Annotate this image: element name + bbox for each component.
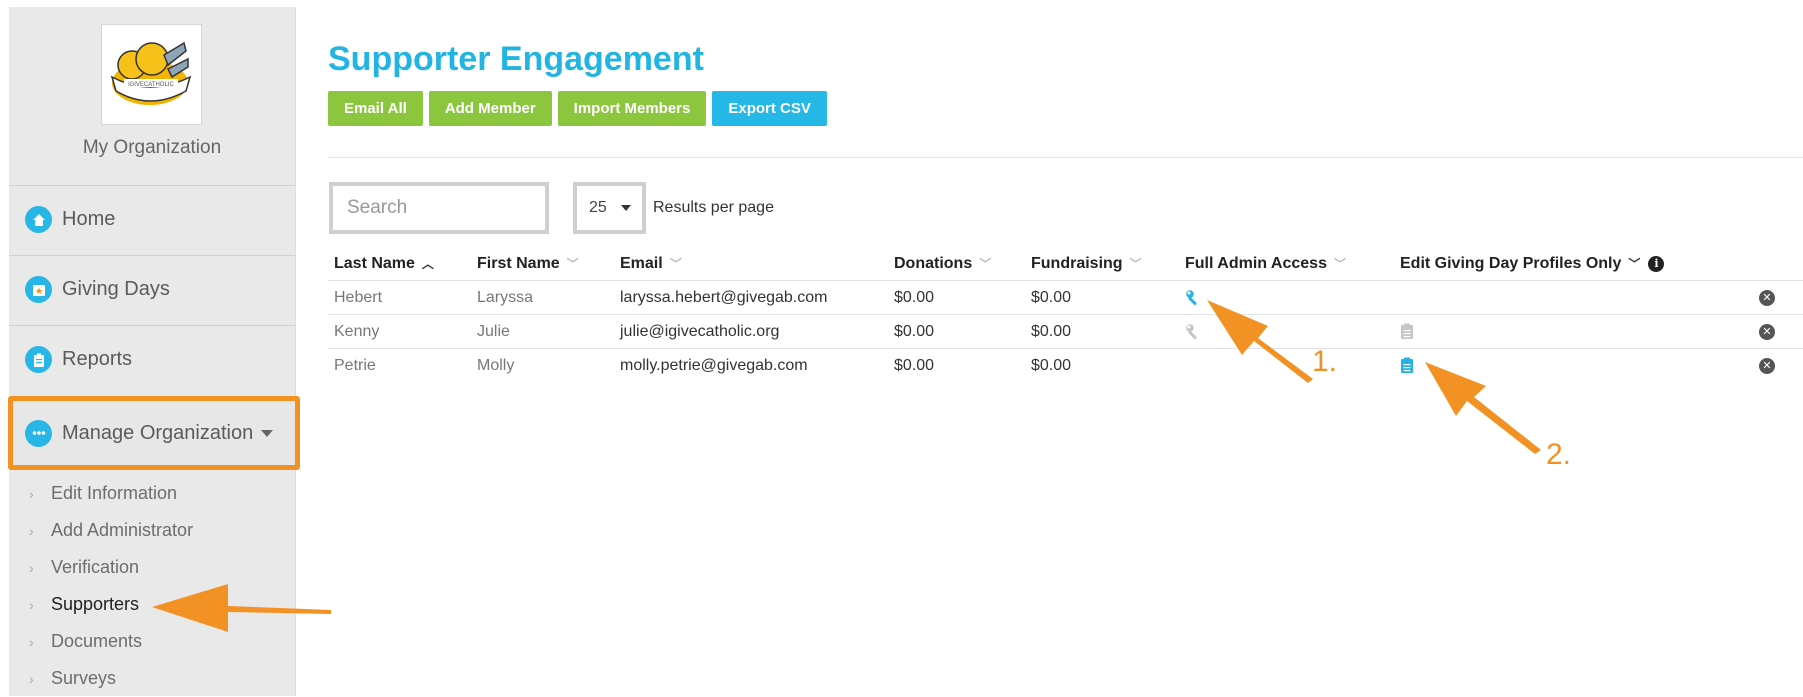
cell-fundraising: $0.00 — [1031, 322, 1072, 340]
chevron-right-icon: › — [29, 485, 34, 502]
cell-email: laryssa.hebert@givegab.com — [620, 288, 828, 306]
import-members-button[interactable]: Import Members — [557, 91, 707, 126]
results-per-page-value: 25 — [589, 199, 607, 216]
sidebar-item-manage-organization[interactable]: Manage Organization — [8, 396, 300, 470]
header-label: Email — [620, 254, 663, 272]
home-icon — [25, 206, 52, 233]
subnav-item-add-administrator[interactable]: › Add Administrator — [9, 512, 295, 549]
chevron-right-icon: › — [29, 596, 34, 613]
subnav-item-edit-information[interactable]: › Edit Information — [9, 475, 295, 512]
sidebar-item-label: Manage Organization — [62, 421, 254, 444]
search-input[interactable] — [329, 182, 549, 234]
sort-icon: ﹀ — [979, 257, 992, 271]
organization-name: My Organization — [82, 137, 222, 158]
info-icon[interactable]: i — [1648, 255, 1665, 272]
sidebar-item-reports[interactable]: Reports — [9, 325, 295, 393]
table-row: Hebert Laryssa laryssa.hebert@givegab.co… — [328, 280, 1803, 314]
subnav-item-supporters[interactable]: › Supporters — [9, 586, 295, 623]
cell-donations: $0.00 — [894, 288, 935, 306]
export-csv-button[interactable]: Export CSV — [712, 91, 827, 126]
calendar-star-icon — [25, 276, 52, 303]
table-header: Last Name ︿ First Name ﹀ Email ﹀ Donations ﹀… — [328, 247, 1803, 280]
annotation-label-1: 1. — [1312, 345, 1338, 378]
cell-fundraising: $0.00 — [1031, 288, 1072, 306]
column-header-edit-giving-day-profiles[interactable]: Edit Giving Day Profiles Only ﹀ i — [1400, 247, 1665, 280]
toolbar: Email All Add Member Import Members Expo… — [328, 91, 827, 126]
subnav-item-verification[interactable]: › Verification — [9, 549, 295, 586]
subnav-item-label: Surveys — [51, 668, 117, 688]
wrench-icon[interactable] — [1185, 289, 1203, 307]
sidebar-item-giving-days[interactable]: Giving Days — [9, 255, 295, 323]
sort-icon: ﹀ — [1129, 257, 1142, 271]
column-header-first-name[interactable]: First Name ﹀ — [477, 247, 579, 280]
header-label: Full Admin Access — [1185, 254, 1327, 272]
cell-last-name: Kenny — [334, 322, 380, 340]
header-label: First Name — [477, 254, 560, 272]
cell-email: julie@igivecatholic.org — [620, 322, 780, 340]
chevron-right-icon: › — [29, 633, 34, 650]
chevron-right-icon: › — [29, 522, 34, 539]
header-label: Edit Giving Day Profiles Only — [1400, 254, 1622, 272]
cell-first-name: Molly — [477, 356, 515, 374]
header-label: Last Name — [334, 254, 415, 272]
sort-icon: ﹀ — [669, 257, 682, 271]
cell-fundraising: $0.00 — [1031, 356, 1072, 374]
header-label: Donations — [894, 254, 973, 272]
sidebar-item-label: Home — [62, 208, 116, 230]
manage-organization-submenu: › Edit Information › Add Administrator › Ve… — [9, 475, 295, 697]
cell-last-name: Hebert — [334, 288, 383, 306]
cell-first-name: Julie — [477, 322, 510, 340]
svg-text:iGIVECATHOLIC: iGIVECATHOLIC — [128, 82, 174, 88]
ellipsis-icon — [25, 419, 52, 447]
add-member-button[interactable]: Add Member — [428, 91, 552, 126]
column-header-full-admin-access[interactable]: Full Admin Access ﹀ — [1185, 247, 1346, 280]
results-per-page-select[interactable]: 25 — [573, 182, 646, 234]
chevron-right-icon: › — [29, 559, 34, 576]
cell-last-name: Petrie — [334, 356, 376, 374]
chevron-down-icon — [261, 429, 274, 437]
column-header-email[interactable]: Email ﹀ — [620, 247, 682, 280]
clipboard-icon[interactable] — [1400, 357, 1414, 374]
subnav-item-label: Documents — [51, 631, 143, 651]
subnav-item-label: Add Administrator — [51, 520, 194, 540]
clipboard-icon — [25, 346, 52, 373]
cell-donations: $0.00 — [894, 356, 935, 374]
sort-icon: ﹀ — [1333, 257, 1346, 271]
wrench-icon[interactable] — [1185, 323, 1203, 341]
divider — [328, 157, 1803, 158]
email-all-button[interactable]: Email All — [328, 91, 423, 126]
remove-icon[interactable]: ✕ — [1759, 323, 1775, 340]
sidebar: iGIVECATHOLIC My Organization Home Givin… — [8, 7, 300, 697]
column-header-donations[interactable]: Donations ﹀ — [894, 247, 991, 280]
clipboard-icon[interactable] — [1400, 323, 1414, 340]
chevron-right-icon: › — [29, 670, 34, 687]
table-row: Kenny Julie julie@igivecatholic.org $0.0… — [328, 314, 1803, 348]
sort-desc-icon: ﹀ — [1628, 257, 1641, 271]
page-title: Supporter Engagement — [328, 40, 704, 78]
cell-email: molly.petrie@givegab.com — [620, 356, 808, 374]
table-row: Petrie Molly molly.petrie@givegab.com $0… — [328, 348, 1803, 382]
subnav-item-documents[interactable]: › Documents — [9, 623, 295, 660]
annotation-label-2: 2. — [1546, 438, 1572, 471]
subnav-item-label: Edit Information — [51, 483, 178, 503]
chevron-down-icon — [620, 205, 631, 211]
column-header-fundraising[interactable]: Fundraising ﹀ — [1031, 247, 1142, 280]
cell-first-name: Laryssa — [477, 288, 534, 306]
sort-icon: ﹀ — [566, 257, 579, 271]
sort-asc-icon: ︿ — [421, 257, 434, 271]
supporters-table: Last Name ︿ First Name ﹀ Email ﹀ Donations ﹀… — [328, 247, 1803, 382]
subnav-item-surveys[interactable]: › Surveys — [9, 660, 295, 697]
cell-donations: $0.00 — [894, 322, 935, 340]
organization-logo: iGIVECATHOLIC — [101, 24, 202, 125]
column-header-last-name[interactable]: Last Name ︿ — [334, 247, 434, 280]
sidebar-item-home[interactable]: Home — [9, 185, 295, 253]
remove-icon[interactable]: ✕ — [1759, 357, 1775, 374]
sidebar-item-label: Reports — [62, 348, 133, 370]
header-label: Fundraising — [1031, 254, 1123, 272]
subnav-item-label: Verification — [51, 557, 140, 577]
remove-icon[interactable]: ✕ — [1759, 289, 1775, 306]
results-per-page-label: Results per page — [653, 199, 774, 216]
sidebar-item-label: Giving Days — [62, 278, 170, 300]
subnav-item-label: Supporters — [51, 594, 140, 614]
